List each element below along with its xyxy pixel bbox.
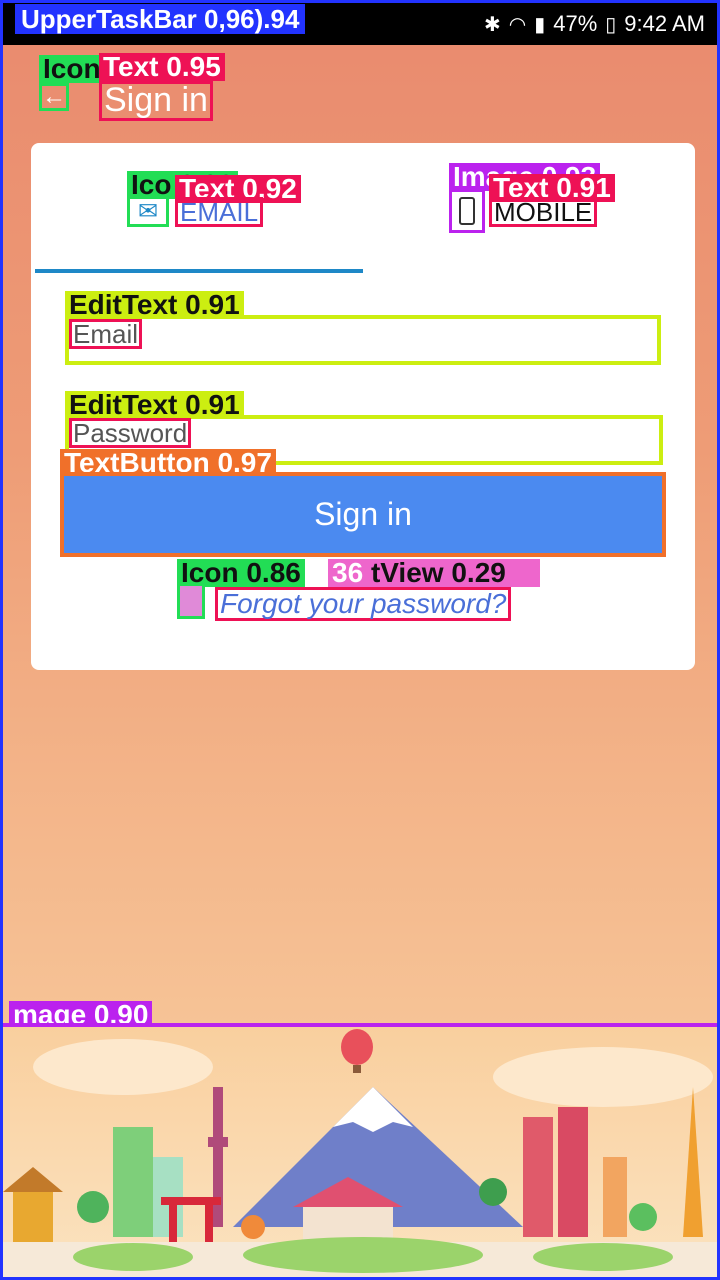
- skyline-graphic: [3, 1027, 717, 1277]
- password-placeholder: Password: [69, 418, 192, 448]
- battery-icon: ▯: [605, 13, 617, 36]
- status-bar: UpperTaskBar 0,96).94 ✱ ◠ ▮ 47% ▯ 9:42 A…: [3, 3, 717, 45]
- battery-percent: 47%: [553, 11, 598, 36]
- forgot-overlap-annotation: 36: [332, 557, 364, 588]
- phone-icon[interactable]: [449, 189, 485, 233]
- phone-shape: [459, 197, 475, 225]
- email-placeholder: Email: [69, 319, 143, 349]
- forgot-password-link[interactable]: Forgot your password?: [215, 587, 512, 621]
- email-field[interactable]: [65, 315, 661, 365]
- page-title: Sign in: [99, 81, 213, 121]
- info-icon: [177, 583, 205, 619]
- forgot-view-annotation: 36 tView 0.29: [328, 559, 540, 587]
- status-time: 9:42 AM: [624, 11, 705, 36]
- envelope-icon[interactable]: ✉: [127, 195, 169, 227]
- forgot-view-annotation-text: tView 0.29: [370, 557, 506, 588]
- tab-mobile[interactable]: MOBILE: [489, 197, 598, 227]
- title-annotation: Text 0.95: [99, 53, 225, 81]
- status-bar-annotation: UpperTaskBar 0,96).94: [15, 4, 306, 34]
- signin-button[interactable]: Sign in: [60, 472, 666, 557]
- status-icons: ✱ ◠ ▮ 47% ▯ 9:42 AM: [484, 11, 705, 37]
- back-arrow-icon[interactable]: ←: [39, 83, 69, 111]
- wifi-icon: ◠: [508, 13, 527, 36]
- bluetooth-icon: ✱: [483, 13, 501, 36]
- signal-icon: ▮: [534, 13, 546, 36]
- tab-email[interactable]: EMAIL: [175, 197, 264, 227]
- city-skyline-illustration: [3, 1023, 717, 1277]
- active-tab-indicator: [35, 269, 363, 273]
- back-icon-annotation: Icon: [39, 55, 105, 83]
